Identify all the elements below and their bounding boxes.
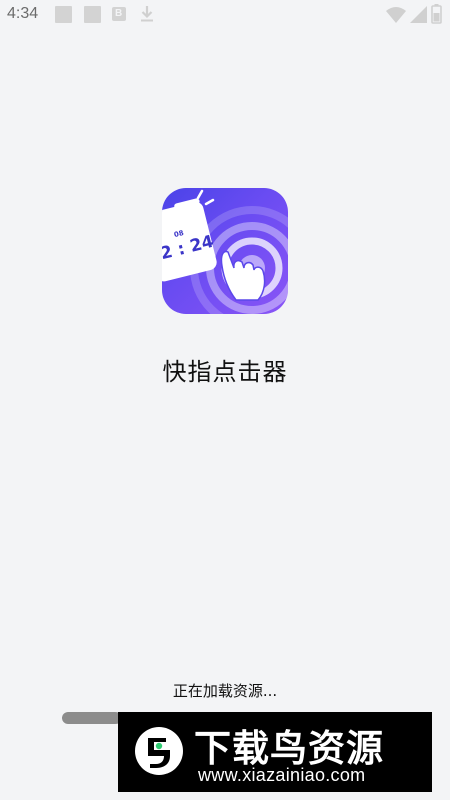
loading-text: 正在加载资源...: [172, 682, 278, 700]
b-badge-icon: B: [112, 7, 126, 21]
watermark-banner: 下载鸟资源 www.xiazainiao.com: [118, 712, 432, 792]
wifi-icon: [386, 7, 406, 23]
watermark-url: www.xiazainiao.com: [198, 765, 366, 785]
bird-logo-icon: [135, 727, 183, 775]
watermark-title: 下载鸟资源: [194, 727, 384, 770]
app-name: 快指点击器: [162, 358, 288, 386]
download-icon: [141, 6, 153, 22]
signal-icon: [410, 6, 427, 23]
loading-progress-fill: [62, 712, 121, 724]
notification-square-icon: [55, 6, 72, 23]
notification-square-icon: [84, 6, 101, 23]
app-logo: 08 2 : 24: [162, 188, 288, 314]
status-time: 4:34: [7, 5, 39, 22]
battery-icon: [431, 4, 442, 24]
status-bar: 4:34 B: [0, 0, 450, 30]
